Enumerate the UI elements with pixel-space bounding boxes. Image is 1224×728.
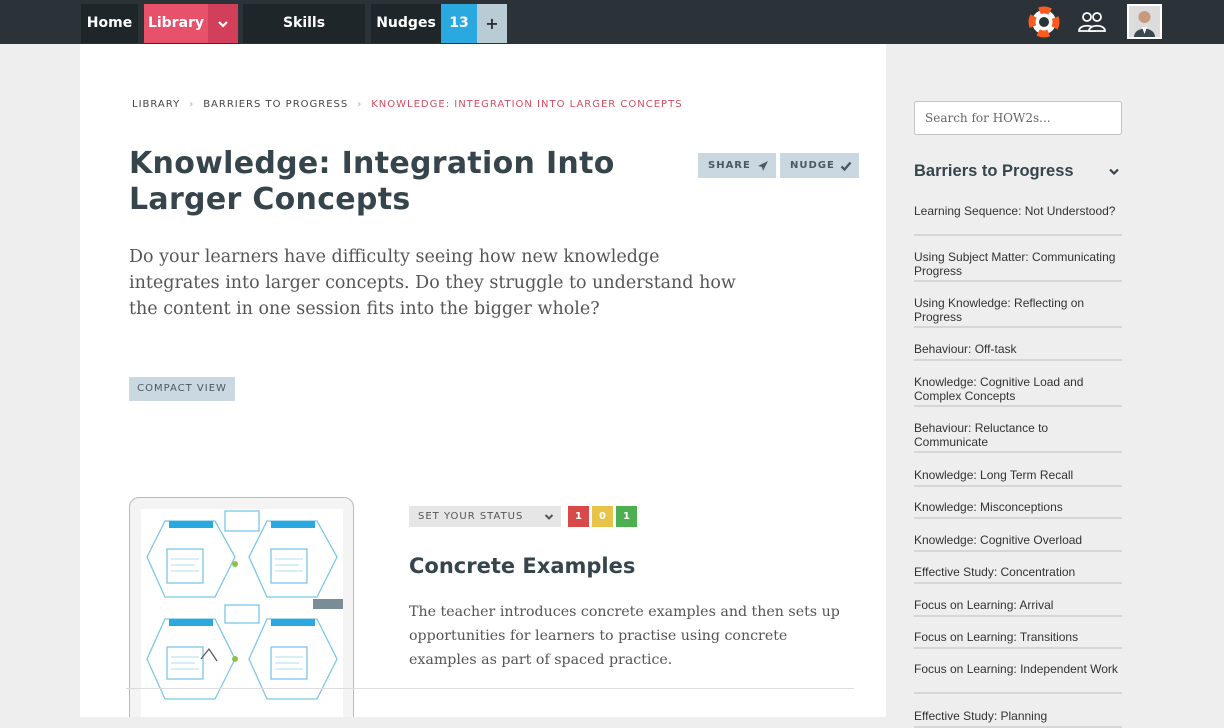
concrete-examples-thumbnail[interactable]	[129, 497, 354, 717]
nudge-label: NUDGE	[790, 160, 835, 171]
diagram-image	[141, 509, 343, 717]
avatar[interactable]	[1127, 4, 1162, 39]
users-icon[interactable]	[1076, 6, 1108, 38]
nav-nudges[interactable]: Nudges	[371, 4, 441, 43]
sidebar-item-long-term-recall[interactable]: Knowledge: Long Term Recall	[914, 468, 1122, 487]
card-description: The teacher introduces concrete examples…	[409, 604, 840, 668]
chevron-down-icon	[1109, 168, 1119, 176]
sidebar-item-communicating-progress[interactable]: Using Subject Matter: Communicating Prog…	[914, 250, 1122, 282]
sidebar-item-independent-work[interactable]: Focus on Learning: Independent Work	[914, 662, 1122, 694]
sidebar-heading-label: Barriers to Progress	[914, 162, 1074, 180]
breadcrumb-current: KNOWLEDGE: INTEGRATION INTO LARGER CONCE…	[371, 99, 683, 110]
page-title: Knowledge: Integration Into Larger Conce…	[129, 146, 615, 217]
user-photo-icon	[1129, 6, 1160, 37]
compact-view-button[interactable]: COMPACT VIEW	[129, 377, 235, 401]
nav-home[interactable]: Home	[81, 4, 138, 43]
main-content: LIBRARY › BARRIERS TO PROGRESS › KNOWLEDGE: …	[80, 44, 886, 717]
top-navbar: Home Library Skills Exchange Nudges 13 +	[0, 0, 1224, 70]
search-input[interactable]	[914, 101, 1122, 135]
share-label: SHARE	[708, 160, 751, 171]
nav-library-dropdown[interactable]	[208, 4, 238, 43]
card-divider	[126, 688, 854, 689]
lifebuoy-icon[interactable]	[1028, 6, 1060, 38]
status-count-yellow[interactable]: 0	[592, 506, 613, 527]
breadcrumb: LIBRARY › BARRIERS TO PROGRESS › KNOWLEDGE: …	[132, 99, 683, 110]
check-icon	[840, 161, 852, 172]
sidebar-heading[interactable]: Barriers to Progress	[914, 162, 1122, 181]
breadcrumb-barriers[interactable]: BARRIERS TO PROGRESS	[203, 99, 348, 110]
card-title[interactable]: Concrete Examples	[409, 554, 635, 578]
sidebar-item-learning-sequence[interactable]: Learning Sequence: Not Understood?	[914, 204, 1122, 236]
paper-plane-icon	[758, 161, 768, 171]
nudge-count-badge[interactable]: 13	[441, 4, 477, 43]
sidebar-item-cognitive-load[interactable]: Knowledge: Cognitive Load and Complex Co…	[914, 375, 1122, 407]
nudge-button[interactable]: NUDGE	[780, 153, 859, 178]
sidebar-item-misconceptions[interactable]: Knowledge: Misconceptions	[914, 500, 1122, 519]
breadcrumb-separator: ›	[357, 99, 363, 110]
sidebar-item-reflecting-progress[interactable]: Using Knowledge: Reflecting on Progress	[914, 296, 1122, 328]
sidebar-item-concentration[interactable]: Effective Study: Concentration	[914, 565, 1122, 584]
nav-library[interactable]: Library	[144, 4, 208, 43]
add-nudge-button[interactable]: +	[477, 4, 507, 43]
diagram-illustration	[146, 510, 343, 700]
set-status-dropdown[interactable]: SET YOUR STATUS	[409, 506, 561, 527]
chevron-down-icon	[218, 21, 228, 28]
intro-text: Do your learners have difficulty seeing …	[129, 247, 736, 319]
sidebar-item-reluctance[interactable]: Behaviour: Reluctance to Communicate	[914, 421, 1122, 453]
share-button[interactable]: SHARE	[698, 153, 776, 178]
status-count-red[interactable]: 1	[568, 506, 589, 527]
sidebar-item-planning[interactable]: Effective Study: Planning	[914, 709, 1122, 728]
status-count-green[interactable]: 1	[616, 506, 637, 527]
breadcrumb-separator: ›	[189, 99, 195, 110]
breadcrumb-library[interactable]: LIBRARY	[132, 99, 180, 110]
status-label: SET YOUR STATUS	[418, 511, 524, 522]
sidebar-item-cognitive-overload[interactable]: Knowledge: Cognitive Overload	[914, 533, 1122, 552]
chevron-down-icon	[544, 514, 554, 520]
sidebar-item-arrival[interactable]: Focus on Learning: Arrival	[914, 598, 1122, 617]
nav-skills-exchange[interactable]: Skills Exchange	[243, 4, 365, 70]
sidebar-item-off-task[interactable]: Behaviour: Off-task	[914, 342, 1122, 361]
sidebar-item-transitions[interactable]: Focus on Learning: Transitions	[914, 630, 1122, 649]
